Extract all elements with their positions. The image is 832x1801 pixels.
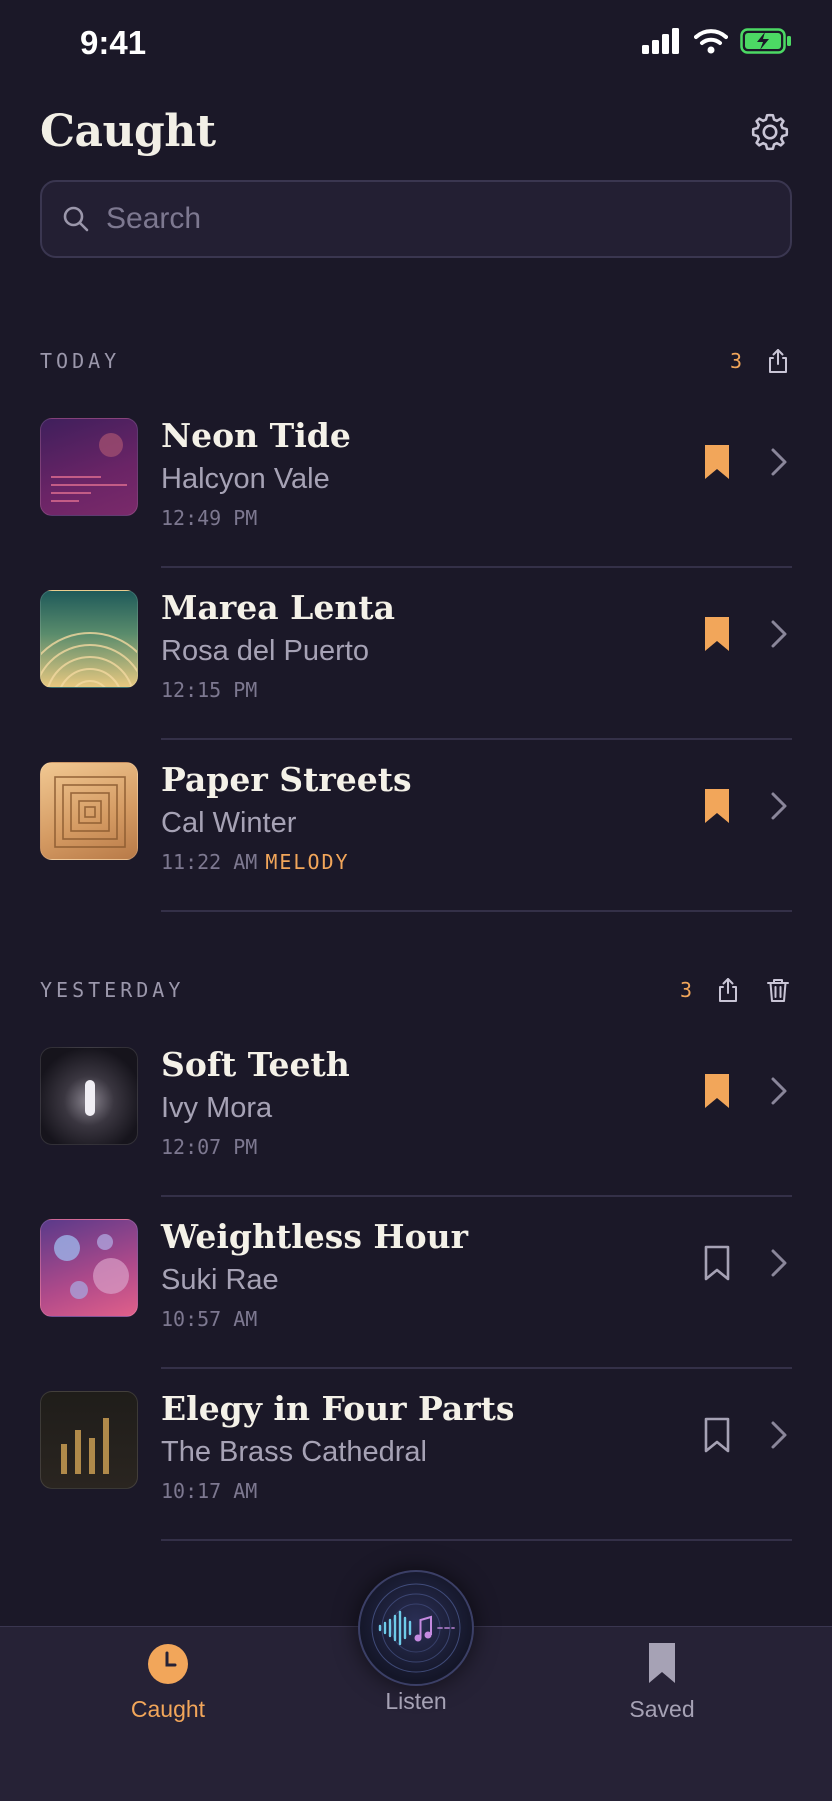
album-art	[40, 762, 138, 860]
status-bar: 9:41	[0, 0, 832, 90]
list-item[interactable]: Marea Lenta Rosa del Puerto 12:15 PM	[0, 568, 832, 740]
song-title: Marea Lenta	[161, 588, 395, 627]
list-item[interactable]: Elegy in Four Parts The Brass Cathedral …	[0, 1369, 832, 1541]
song-title: Weightless Hour	[161, 1217, 468, 1256]
list-item[interactable]: Paper Streets Cal Winter 11:22 AM MELODY	[0, 740, 832, 912]
section-label: YESTERDAY	[40, 978, 185, 1002]
bookmark-outline-icon[interactable]	[702, 1243, 732, 1283]
album-art	[40, 1219, 138, 1317]
song-artist: Cal Winter	[161, 807, 297, 839]
divider	[161, 1539, 792, 1541]
tab-label: Saved	[629, 1696, 695, 1722]
header: Caught	[40, 100, 792, 170]
section-label: TODAY	[40, 349, 121, 373]
status-time: 9:41	[80, 24, 147, 61]
song-artist: Halcyon Vale	[161, 463, 330, 495]
song-time: 12:07 PM	[161, 1135, 258, 1159]
song-time: 10:17 AM	[161, 1479, 258, 1503]
section-count: 3	[679, 978, 692, 1002]
section-header-today: TODAY 3	[40, 341, 792, 381]
song-artist: The Brass Cathedral	[161, 1436, 427, 1468]
list-item[interactable]: Weightless Hour Suki Rae 10:57 AM	[0, 1197, 832, 1369]
song-tag: MELODY	[265, 850, 350, 874]
tab-saved[interactable]: Saved	[562, 1641, 762, 1723]
share-icon[interactable]	[764, 347, 792, 375]
bookmark-filled-icon[interactable]	[702, 1071, 732, 1111]
song-artist: Rosa del Puerto	[161, 635, 369, 667]
page-title: Caught	[40, 106, 216, 157]
bookmark-outline-icon[interactable]	[702, 1415, 732, 1455]
share-icon[interactable]	[714, 976, 742, 1004]
soundwave-icon	[371, 1583, 461, 1673]
song-artist: Suki Rae	[161, 1264, 279, 1296]
clock-icon	[148, 1644, 188, 1684]
section-header-yesterday: YESTERDAY 3	[40, 970, 792, 1010]
list-item[interactable]: Soft Teeth Ivy Mora 12:07 PM	[0, 1025, 832, 1197]
chevron-right-icon[interactable]	[768, 1419, 790, 1451]
tab-caught[interactable]: Caught	[68, 1643, 268, 1723]
chevron-right-icon[interactable]	[768, 1247, 790, 1279]
divider	[161, 910, 792, 912]
section-actions: 3	[680, 976, 792, 1004]
song-time: 10:57 AM	[161, 1307, 258, 1331]
search-input[interactable]	[106, 202, 706, 236]
album-art	[40, 1047, 138, 1145]
bookmark-filled-icon[interactable]	[702, 614, 732, 654]
chevron-right-icon[interactable]	[768, 618, 790, 650]
song-artist: Ivy Mora	[161, 1092, 273, 1124]
battery-icon	[740, 28, 791, 54]
section-actions: 3	[730, 347, 792, 375]
song-title: Neon Tide	[161, 416, 351, 455]
song-title: Soft Teeth	[161, 1045, 350, 1084]
song-time: 12:15 PM	[161, 678, 258, 702]
song-title: Elegy in Four Parts	[161, 1389, 515, 1428]
tab-listen-label: Listen	[385, 1688, 447, 1714]
chevron-right-icon[interactable]	[768, 446, 790, 478]
section-count: 3	[729, 349, 742, 373]
search-icon	[63, 206, 89, 232]
chevron-right-icon[interactable]	[768, 1075, 790, 1107]
song-time: 12:49 PM	[161, 506, 258, 530]
bookmark-filled-icon[interactable]	[702, 442, 732, 482]
album-art	[40, 418, 138, 516]
listen-button[interactable]	[358, 1570, 474, 1686]
song-time: 11:22 AM MELODY	[161, 850, 350, 874]
gear-icon	[751, 113, 789, 151]
status-icons	[642, 28, 792, 54]
album-art	[40, 1391, 138, 1489]
bookmark-icon	[649, 1643, 675, 1683]
list-item[interactable]: Neon Tide Halcyon Vale 12:49 PM	[0, 396, 832, 568]
trash-icon[interactable]	[764, 976, 792, 1004]
song-title: Paper Streets	[161, 760, 412, 799]
wifi-icon	[694, 29, 728, 54]
tab-label: Caught	[130, 1696, 206, 1722]
settings-button[interactable]	[748, 110, 792, 154]
bookmark-filled-icon[interactable]	[702, 786, 732, 826]
search-bar[interactable]	[40, 180, 792, 258]
signal-icon	[642, 28, 679, 54]
chevron-right-icon[interactable]	[768, 790, 790, 822]
album-art	[40, 590, 138, 688]
